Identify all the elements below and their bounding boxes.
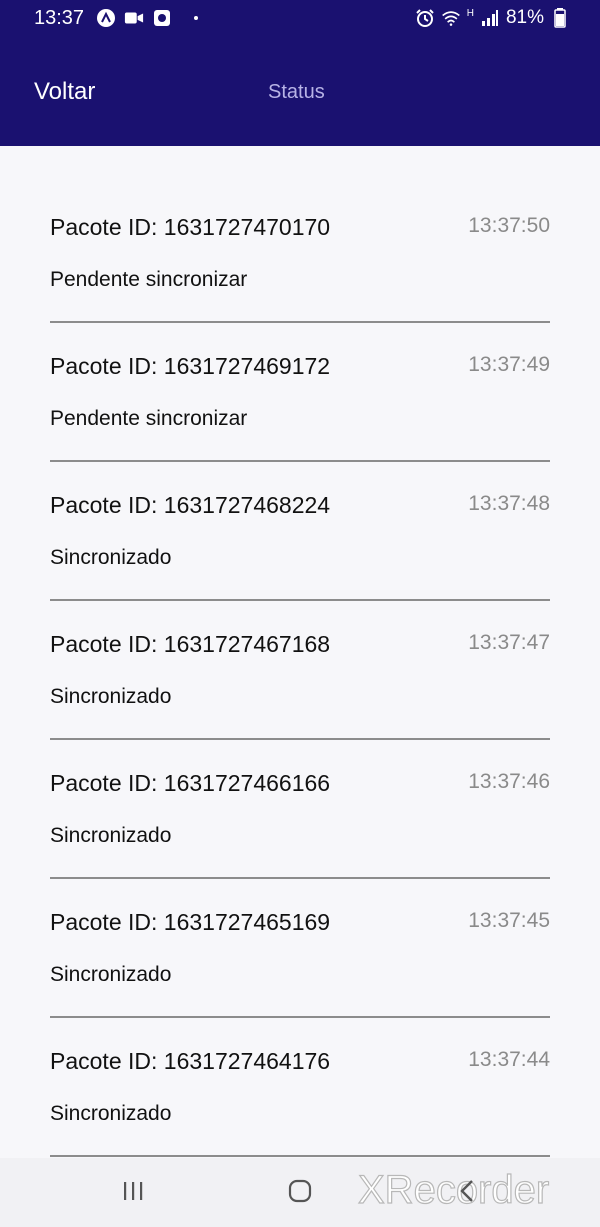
home-button[interactable] [285,1178,315,1208]
package-time: 13:37:45 [468,909,550,932]
package-status: Sincronizado [50,685,172,708]
package-list: Pacote ID: 1631727470170 13:37:50 Penden… [50,146,550,1157]
list-item[interactable]: Pacote ID: 1631727467168 13:37:47 Sincro… [50,601,550,740]
list-item[interactable]: Pacote ID: 1631727464176 13:37:44 Sincro… [50,1018,550,1157]
package-time: 13:37:50 [468,214,550,237]
recent-apps-icon [120,1180,146,1207]
package-id: Pacote ID: 1631727467168 [50,631,331,657]
more-notifications-dot [194,16,198,20]
back-nav-button[interactable] [452,1178,482,1208]
package-time: 13:37:48 [468,492,550,515]
package-id: Pacote ID: 1631727466166 [50,770,331,796]
package-id: Pacote ID: 1631727469172 [50,353,331,379]
list-item[interactable]: Pacote ID: 1631727470170 13:37:50 Penden… [50,146,550,323]
video-camera-icon [124,8,144,28]
list-item[interactable]: Pacote ID: 1631727466166 13:37:46 Sincro… [50,740,550,879]
list-item[interactable]: Pacote ID: 1631727468224 13:37:48 Sincro… [50,462,550,601]
app-notification-icon [96,8,116,28]
network-type-label: H [466,7,474,19]
package-id: Pacote ID: 1631727465169 [50,909,331,935]
status-bar: 13:37 H 81% [0,0,600,36]
back-arrow-icon [457,1178,477,1209]
list-item[interactable]: Pacote ID: 1631727465169 13:37:45 Sincro… [50,879,550,1018]
app-header: Voltar Status [0,36,600,146]
wifi-icon [441,8,461,28]
package-status: Sincronizado [50,824,172,847]
back-button[interactable]: Voltar [34,78,95,106]
status-time: 13:37 [34,7,85,29]
package-status: Sincronizado [50,1102,172,1125]
package-time: 13:37:44 [468,1048,550,1071]
signal-icon [480,8,500,28]
list-item[interactable]: Pacote ID: 1631727469172 13:37:49 Penden… [50,323,550,462]
home-icon [287,1178,313,1209]
package-time: 13:37:46 [468,770,550,793]
screenshot-icon [152,8,172,28]
notification-icons [96,8,198,28]
system-nav-bar: XRecorder [0,1158,600,1227]
page-title: Status [268,81,325,103]
package-status: Sincronizado [50,546,172,569]
package-status: Pendente sincronizar [50,407,248,430]
package-time: 13:37:47 [468,631,550,654]
package-id: Pacote ID: 1631727468224 [50,492,331,518]
package-status: Sincronizado [50,963,172,986]
battery-percent: 81% [505,7,544,28]
battery-icon [550,8,570,28]
package-id: Pacote ID: 1631727470170 [50,214,331,240]
recent-apps-button[interactable] [118,1178,148,1208]
alarm-icon [415,8,435,28]
package-time: 13:37:49 [468,353,550,376]
system-icons: H 81% [415,7,570,29]
package-id: Pacote ID: 1631727464176 [50,1048,331,1074]
package-status: Pendente sincronizar [50,268,248,291]
